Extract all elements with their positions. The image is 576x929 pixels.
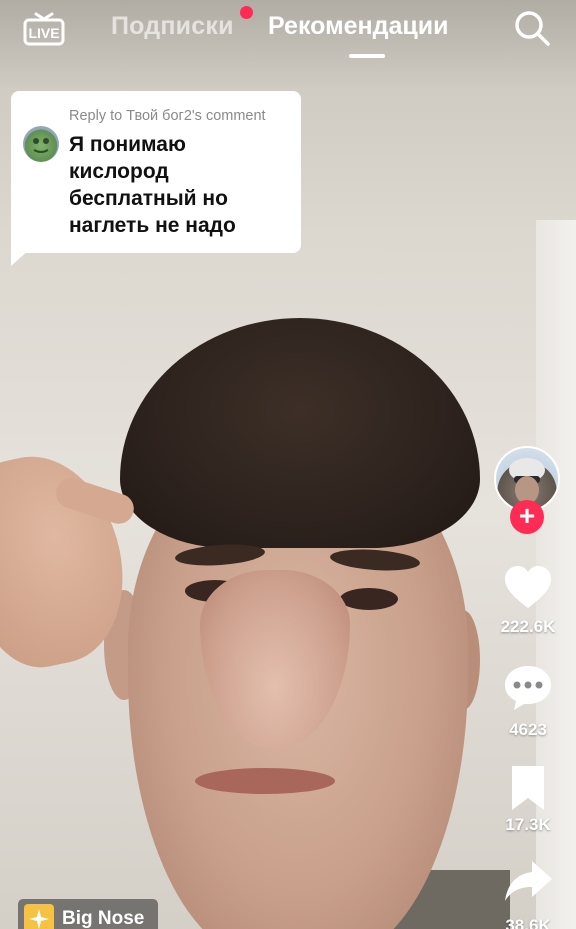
live-icon[interactable]: LIVE	[22, 8, 66, 46]
comment-icon[interactable]	[502, 662, 554, 714]
notification-dot	[240, 6, 253, 19]
live-label: LIVE	[28, 25, 59, 41]
comment-count: 4623	[509, 720, 547, 739]
effect-label: Big Nose	[62, 908, 145, 929]
reply-to-label: Reply to Твой бог2's comment	[69, 108, 266, 124]
like-count: 222.6K	[500, 617, 556, 636]
reply-comment-card[interactable]: Reply to Твой бог2's comment Я понимаю к…	[11, 91, 301, 253]
share-icon[interactable]	[502, 855, 554, 907]
tab-for-you[interactable]: Рекомендации	[268, 12, 448, 41]
active-tab-indicator	[349, 54, 385, 58]
follow-plus-button[interactable]: +	[510, 500, 544, 534]
reply-comment-text: Я понимаю кислород бесплатный но наглеть…	[69, 133, 236, 237]
share-count: 38.6K	[505, 916, 551, 929]
reply-card-tail	[11, 250, 29, 266]
video-mouth	[195, 768, 335, 794]
search-icon[interactable]	[512, 8, 552, 48]
bookmark-icon[interactable]	[502, 762, 554, 814]
tiktok-feed-screen: LIVE Подписки Рекомендации Reply to Твой…	[0, 0, 576, 929]
tab-following[interactable]: Подписки	[111, 12, 234, 41]
heart-icon[interactable]	[502, 562, 554, 614]
video-eye-right	[340, 588, 398, 610]
effect-tag[interactable]: Big Nose	[18, 899, 159, 929]
commenter-avatar	[23, 126, 59, 162]
effect-sparkle-icon	[24, 904, 54, 929]
video-hair	[120, 318, 480, 548]
save-count: 17.3K	[505, 815, 551, 834]
